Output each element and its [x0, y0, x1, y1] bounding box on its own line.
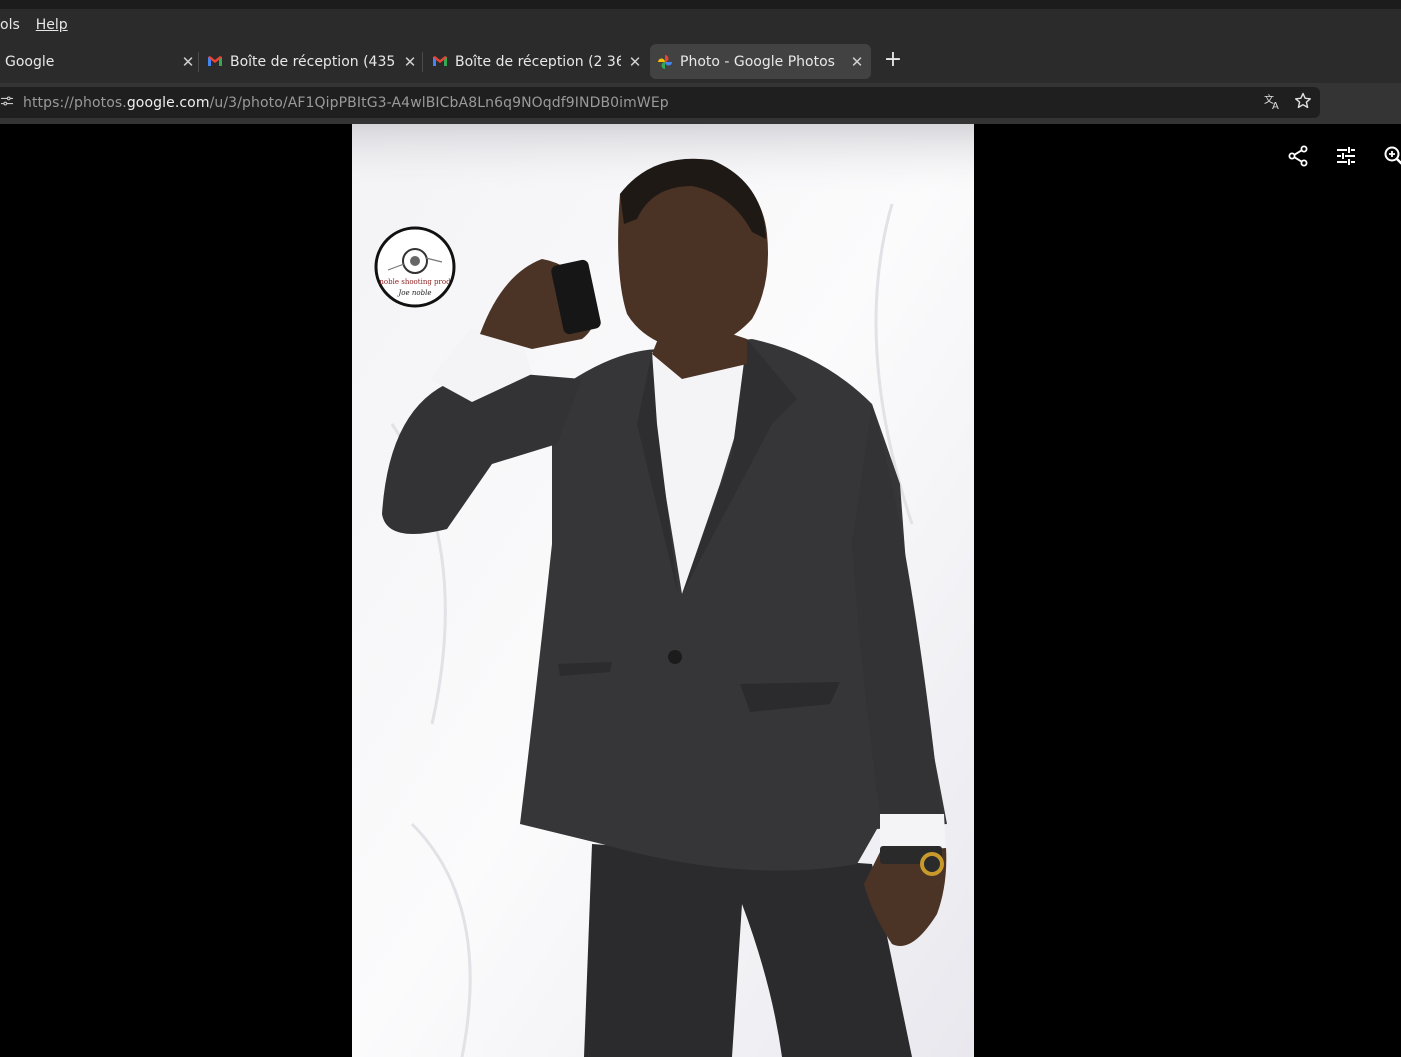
svg-text:noble shooting prod: noble shooting prod	[379, 278, 451, 286]
tab-divider	[422, 52, 423, 72]
close-icon[interactable]: ✕	[627, 53, 643, 71]
close-icon[interactable]: ✕	[402, 53, 418, 71]
zoom-in-icon[interactable]	[1382, 144, 1401, 172]
bookmark-star-icon[interactable]	[1294, 92, 1312, 114]
navigation-bar: https://photos.google.com/u/3/photo/AF1Q…	[0, 83, 1401, 124]
tab-google[interactable]: Google ✕	[0, 44, 196, 79]
photographer-watermark-logo: noble shooting prod Joe noble	[374, 226, 456, 308]
viewer-toolbar	[1286, 144, 1401, 172]
gmail-icon	[433, 55, 447, 69]
url-text: https://photos.google.com/u/3/photo/AF1Q…	[23, 94, 669, 111]
tab-google-photos[interactable]: Photo - Google Photos ✕	[650, 44, 871, 79]
tab-divider	[198, 52, 199, 72]
share-icon[interactable]	[1286, 144, 1310, 172]
photo[interactable]: noble shooting prod Joe noble	[352, 124, 974, 1057]
address-bar[interactable]: https://photos.google.com/u/3/photo/AF1Q…	[0, 87, 1320, 118]
window-top-strip	[0, 0, 1401, 9]
tab-bar: Google ✕ Boîte de réception (435) - ✕ Bo…	[0, 40, 1401, 83]
tab-gmail-inbox-1[interactable]: Boîte de réception (435) - ✕	[208, 44, 418, 79]
google-photos-icon	[658, 54, 672, 69]
tab-label: Boîte de réception (2 361	[455, 53, 621, 70]
menu-bar: ols Help	[0, 9, 1401, 40]
tab-label: Photo - Google Photos	[680, 53, 835, 70]
edit-adjust-icon[interactable]	[1334, 144, 1358, 172]
menu-item-tools[interactable]: ols	[0, 15, 20, 35]
svg-text:Joe noble: Joe noble	[397, 289, 432, 297]
new-tab-button[interactable]: +	[882, 49, 904, 71]
close-icon[interactable]: ✕	[180, 53, 196, 71]
svg-text:A: A	[1272, 101, 1279, 110]
tab-label: Boîte de réception (435) -	[230, 53, 396, 70]
photo-viewer: noble shooting prod Joe noble	[0, 124, 1401, 1057]
translate-icon[interactable]: 文A	[1264, 92, 1282, 114]
menu-item-help[interactable]: Help	[36, 15, 68, 35]
gmail-icon	[208, 55, 222, 69]
close-icon[interactable]: ✕	[849, 53, 865, 71]
tab-label: Google	[5, 53, 55, 70]
site-settings-icon[interactable]	[1, 95, 15, 110]
tab-gmail-inbox-2[interactable]: Boîte de réception (2 361 ✕	[433, 44, 643, 79]
